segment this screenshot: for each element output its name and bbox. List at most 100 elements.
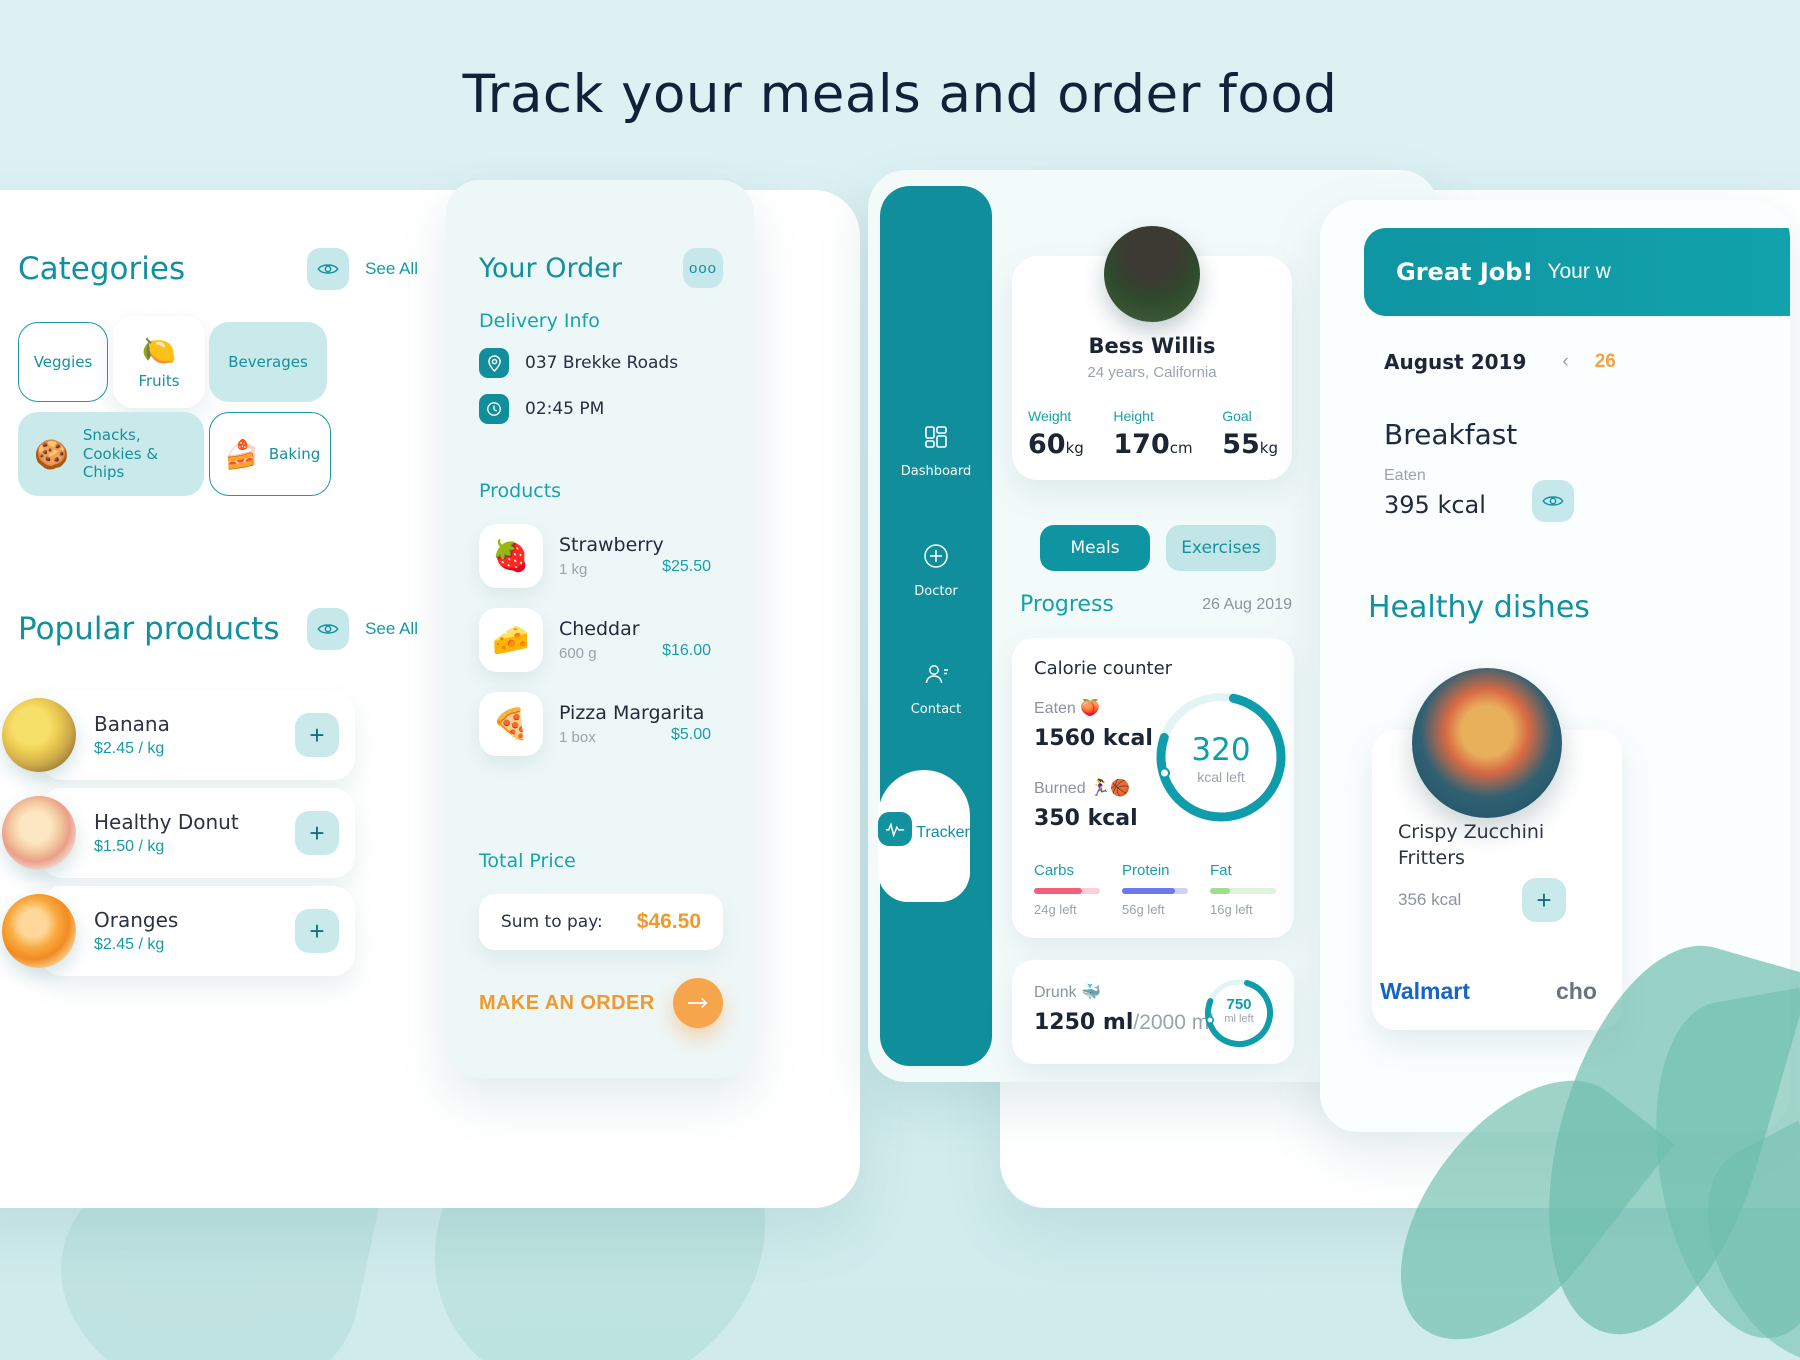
product-qty: 1 box	[559, 729, 596, 746]
category-baking[interactable]: 🍰 Baking	[209, 412, 331, 496]
delivery-time-row: 02:45 PM	[479, 394, 729, 424]
product-image	[2, 894, 76, 968]
water-ring: 750 ml left	[1202, 976, 1276, 1050]
order-header: Your Order ooo	[479, 248, 723, 288]
stat-height: Height 170cm	[1113, 408, 1193, 460]
categories-see-all[interactable]: See All	[365, 259, 418, 279]
sidebar-item-label: Doctor	[914, 584, 958, 599]
category-veggies[interactable]: Veggies	[18, 322, 108, 402]
water-value: 1250 ml	[1034, 1010, 1134, 1035]
product-name: Healthy Donut	[94, 810, 239, 834]
burned-value: 350 kcal	[1034, 806, 1138, 831]
banner-bold: Great Job!	[1396, 258, 1534, 286]
make-order-row[interactable]: MAKE AN ORDER	[479, 978, 723, 1028]
location-pin-icon	[479, 348, 509, 378]
category-label: Beverages	[228, 352, 308, 371]
add-dish-button[interactable]: +	[1522, 878, 1566, 922]
category-label: Baking	[268, 444, 321, 463]
order-title: Your Order	[479, 252, 622, 284]
arrow-right-icon[interactable]	[673, 978, 723, 1028]
product-price: $2.45 / kg	[94, 936, 165, 953]
product-name: Cheddar	[559, 618, 640, 640]
sum-label: Sum to pay:	[501, 912, 603, 932]
exercise-icon: 🏃‍♀️🏀	[1090, 780, 1130, 797]
list-item[interactable]: Healthy Donut $1.50 / kg +	[2, 788, 355, 878]
sum-to-pay-row: Sum to pay: $46.50	[479, 894, 723, 950]
category-label: Fruits	[138, 372, 180, 391]
tab-meals[interactable]: Meals	[1040, 525, 1150, 571]
popular-see-all[interactable]: See All	[365, 619, 418, 639]
clock-icon	[479, 394, 509, 424]
sidebar-item-dashboard[interactable]: Dashboard	[880, 425, 992, 479]
popular-products-list: Banana $2.45 / kg + Healthy Donut $1.50 …	[2, 690, 355, 976]
day-label[interactable]: 26	[1595, 351, 1616, 373]
category-label: Veggies	[33, 352, 93, 371]
product-qty: 600 g	[559, 645, 597, 662]
sidebar-item-contact[interactable]: Contact	[880, 663, 992, 717]
category-fruits[interactable]: 🍋 Fruits	[113, 316, 205, 408]
profile-meta: 24 years, California	[1087, 364, 1217, 381]
calorie-ring: 320 kcal left	[1152, 688, 1290, 826]
product-name: Banana	[94, 712, 170, 736]
more-options-icon[interactable]: ooo	[683, 248, 723, 288]
cake-icon: 🍰	[224, 437, 259, 471]
tab-exercises[interactable]: Exercises	[1166, 525, 1276, 571]
meal-eaten-value: 395 kcal	[1384, 491, 1486, 519]
product-image: 🍓	[479, 524, 543, 588]
add-product-button[interactable]: +	[295, 713, 339, 757]
grocery-screen: Categories See All Veggies 🍋 Fruits Beve…	[0, 190, 450, 1208]
dish-kcal: 356 kcal	[1398, 890, 1462, 909]
product-image: 🍕	[479, 692, 543, 756]
healthy-dishes-title: Healthy dishes	[1368, 590, 1590, 625]
sidebar-item-label: Dashboard	[900, 464, 972, 479]
meal-block: Breakfast Eaten 395 kcal	[1384, 418, 1517, 519]
person-icon	[925, 665, 948, 684]
meal-eaten-label: Eaten	[1384, 467, 1426, 484]
delivery-info-title: Delivery Info	[479, 310, 600, 332]
product-price: $5.00	[670, 726, 711, 743]
sidebar-item-doctor[interactable]: Doctor	[880, 543, 992, 599]
activity-icon	[878, 812, 913, 846]
eye-icon[interactable]	[307, 608, 350, 650]
macro-bar	[1210, 888, 1276, 894]
list-item[interactable]: Oranges $2.45 / kg +	[2, 886, 355, 976]
eye-icon[interactable]	[307, 248, 350, 290]
sidebar-item-tracker[interactable]: Tracker	[878, 770, 970, 902]
list-item[interactable]: Banana $2.45 / kg +	[2, 690, 355, 780]
list-item[interactable]: 🧀 Cheddar 600 g $16.00	[479, 608, 729, 672]
burned-block: Burned 🏃‍♀️🏀 350 kcal	[1034, 780, 1138, 831]
dish-name: Crispy Zucchini Fritters	[1398, 821, 1545, 869]
eye-icon[interactable]	[1532, 480, 1574, 522]
add-product-button[interactable]: +	[295, 909, 339, 953]
product-qty: 1 kg	[559, 561, 588, 578]
avatar	[1104, 226, 1200, 322]
delivery-time: 02:45 PM	[525, 399, 605, 419]
sidebar-item-label: Contact	[910, 702, 962, 717]
product-name: Oranges	[94, 908, 179, 932]
app-screenshot: Track your meals and order food Categori…	[0, 0, 1800, 1360]
delivery-address-row: 037 Brekke Roads	[479, 348, 729, 378]
add-product-button[interactable]: +	[295, 811, 339, 855]
profile-stats: Weight 60kg Height 170cm Goal 55kg	[1028, 408, 1278, 460]
chevron-left-icon[interactable]: ‹	[1562, 351, 1568, 373]
stat-weight: Weight 60kg	[1028, 408, 1084, 460]
delivery-address: 037 Brekke Roads	[525, 353, 679, 373]
product-price: $2.45 / kg	[94, 740, 165, 757]
product-image: 🧀	[479, 608, 543, 672]
macros-row: Carbs 24g left Protein 56g left Fat 16g …	[1034, 862, 1276, 917]
cookie-icon: 🍪	[34, 437, 69, 471]
category-label: Snacks, Cookies & Chips	[82, 425, 159, 482]
product-price: $16.00	[662, 642, 711, 659]
list-item[interactable]: 🍕 Pizza Margarita 1 box $5.00	[479, 692, 729, 756]
whale-icon: 🐳	[1081, 984, 1102, 1001]
product-name: Pizza Margarita	[559, 702, 705, 724]
category-snacks[interactable]: 🍪 Snacks, Cookies & Chips	[18, 412, 204, 496]
category-beverages[interactable]: Beverages	[209, 322, 327, 402]
progress-title: Progress	[1020, 592, 1114, 617]
eaten-block: Eaten 🍑 1560 kcal	[1034, 700, 1153, 751]
order-products-block: Products 🍓 Strawberry 1 kg $25.50 🧀 Ched…	[479, 480, 729, 756]
month-label: August 2019	[1384, 350, 1527, 374]
profile-name: Bess Willis 24 years, California	[1012, 334, 1292, 381]
categories-title: Categories	[18, 251, 186, 287]
list-item[interactable]: 🍓 Strawberry 1 kg $25.50	[479, 524, 729, 588]
